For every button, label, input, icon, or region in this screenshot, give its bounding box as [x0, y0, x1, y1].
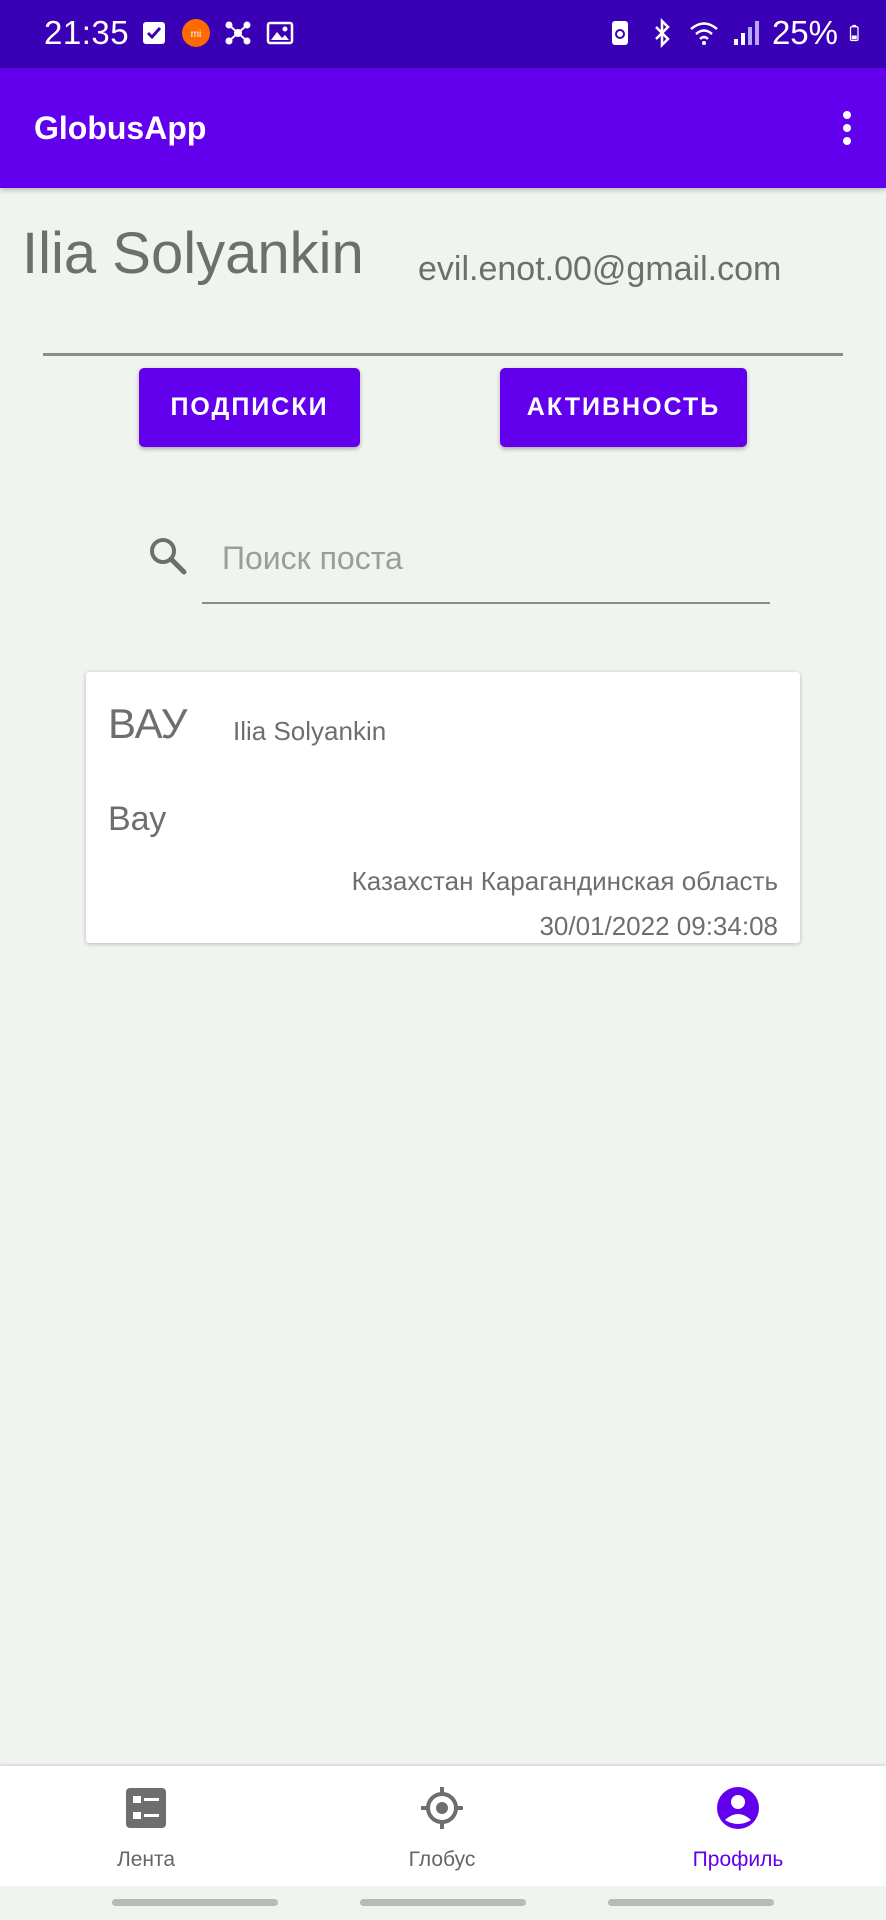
globe-icon: [421, 1787, 463, 1829]
battery-icon: [849, 24, 859, 42]
subscriptions-button[interactable]: ПОДПИСКИ: [139, 368, 360, 447]
profile-name: Ilia Solyankin: [22, 221, 364, 286]
post-body: Вау: [108, 800, 167, 838]
status-icons-right: 25%: [604, 14, 868, 52]
wifi-icon: [690, 22, 718, 45]
nav-item-profile[interactable]: Профиль: [638, 1766, 838, 1886]
recycle-icon: [611, 21, 628, 45]
search-icon: [150, 538, 187, 575]
nav-label-globe: Глобус: [408, 1848, 476, 1871]
search-input[interactable]: [220, 532, 764, 584]
status-icons-left: mi: [138, 17, 296, 49]
post-title: ВАУ: [108, 700, 188, 747]
profile-email: evil.enot.00@gmail.com: [418, 250, 782, 288]
search-field: [202, 522, 770, 604]
more-options-icon[interactable]: [830, 108, 864, 148]
nav-label-profile: Профиль: [692, 1848, 784, 1871]
feed-icon: [126, 1788, 166, 1828]
nav-item-feed[interactable]: Лента: [46, 1766, 246, 1886]
check-icon: [143, 22, 165, 44]
post-author: Ilia Solyankin: [233, 716, 387, 746]
signal-icon: [733, 21, 759, 45]
image-icon: [266, 21, 294, 45]
profile-divider: [43, 353, 843, 356]
profile-icon: [717, 1787, 759, 1829]
post-datetime: 30/01/2022 09:34:08: [539, 911, 778, 941]
status-bar: 21:35 mi 25%: [0, 0, 886, 68]
bluetooth-icon: [655, 17, 670, 49]
post-card[interactable]: ВАУ Ilia Solyankin Вау Казахстан Караган…: [86, 672, 800, 943]
battery-percent: 25%: [771, 14, 838, 51]
post-location: Казахстан Карагандинская область: [351, 866, 778, 896]
bottom-navigation: Лента Глобус Профиль: [0, 1766, 886, 1886]
status-time: 21:35: [44, 14, 130, 51]
nav-item-globe[interactable]: Глобус: [342, 1766, 542, 1886]
network-icon: [225, 21, 251, 45]
app-title: GlobusApp: [34, 110, 207, 146]
system-navigation-bar: [0, 1886, 886, 1920]
svg-text:mi: mi: [191, 29, 202, 40]
activity-button[interactable]: АКТИВНОСТЬ: [500, 368, 747, 447]
system-back-pill[interactable]: [608, 1899, 774, 1906]
app-bar: GlobusApp: [0, 68, 886, 188]
nav-label-feed: Лента: [116, 1848, 176, 1871]
mi-icon: mi: [182, 19, 210, 47]
system-recents-pill[interactable]: [112, 1899, 278, 1906]
system-home-pill[interactable]: [360, 1899, 526, 1906]
